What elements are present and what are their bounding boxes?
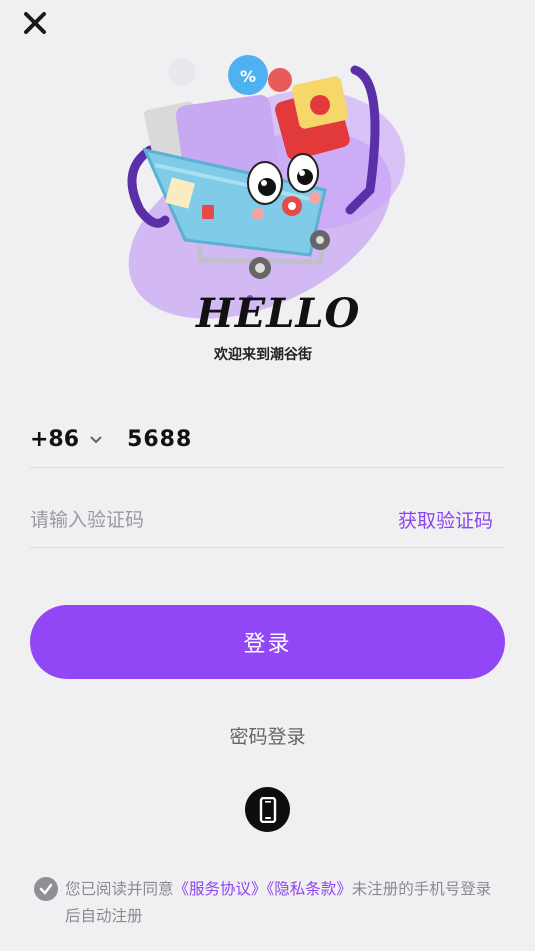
service-agreement-link[interactable]: 《服务协议》 (174, 880, 267, 898)
phone-number-value[interactable]: 5688 (127, 427, 192, 452)
check-icon (39, 883, 53, 895)
close-icon (24, 12, 46, 34)
agreement-text: 您已阅读并同意《服务协议》《隐私条款》未注册的手机号登录后自动注册 (34, 876, 504, 930)
phone-field: +86 5688 (30, 412, 505, 468)
country-code-label: +86 (30, 427, 80, 452)
agreement-checkbox[interactable] (34, 877, 58, 901)
get-code-button[interactable]: 获取验证码 (398, 506, 493, 533)
hello-logo: HELLO 欢迎来到潮谷街 (190, 290, 359, 370)
hello-wordmark: HELLO (196, 290, 361, 337)
verification-code-field: 获取验证码 (30, 492, 505, 548)
verification-code-input[interactable] (30, 508, 330, 531)
login-button[interactable]: 登录 (30, 605, 505, 679)
password-login-link[interactable]: 密码登录 (0, 722, 535, 749)
agreement-prefix: 您已阅读并同意 (65, 880, 174, 898)
country-code-selector[interactable]: +86 (30, 427, 127, 452)
privacy-policy-link[interactable]: 《隐私条款》 (267, 880, 352, 898)
close-button[interactable] (20, 8, 50, 38)
phone-icon (259, 796, 276, 823)
welcome-subtitle: 欢迎来到潮谷街 (214, 347, 312, 363)
svg-text:%: % (240, 67, 256, 86)
chevron-down-icon (89, 435, 103, 445)
agreement-section: 您已阅读并同意《服务协议》《隐私条款》未注册的手机号登录后自动注册 (34, 876, 504, 930)
phone-login-button[interactable] (245, 787, 290, 832)
